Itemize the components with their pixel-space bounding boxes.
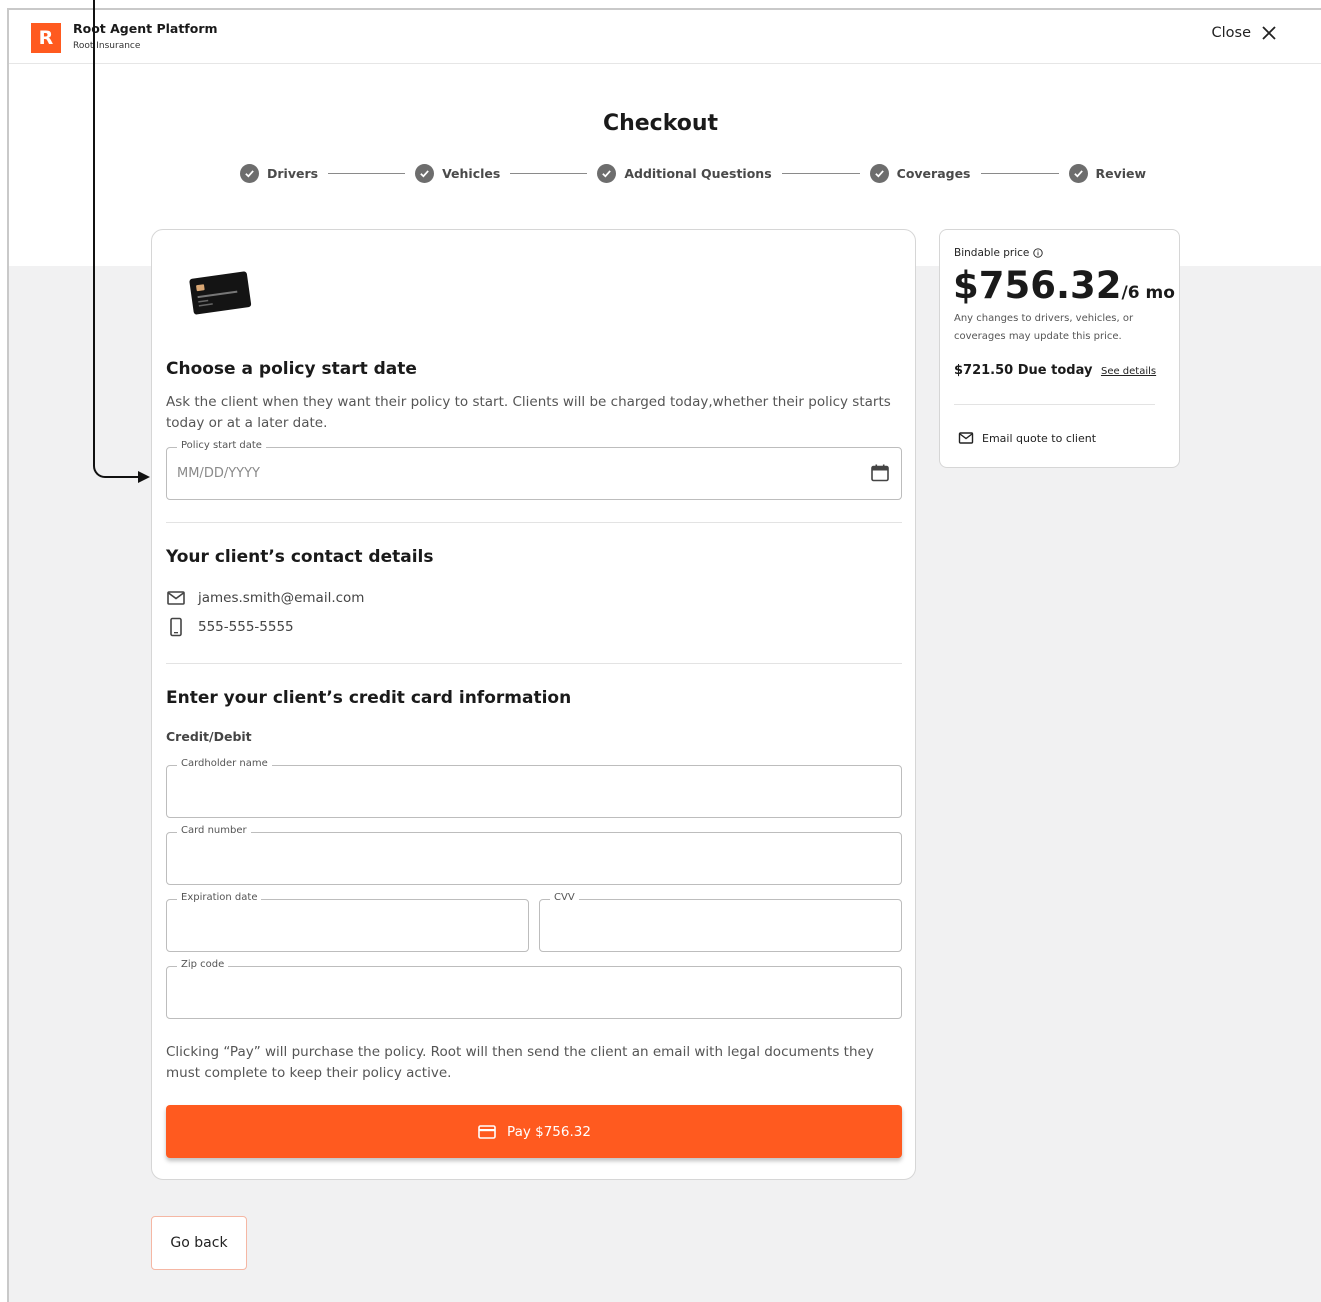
step-drivers[interactable]: Drivers — [240, 163, 319, 183]
step-connector — [328, 172, 406, 174]
contact-email-row: james.smith@email.com — [166, 588, 364, 608]
email-quote-button[interactable]: Email quote to client — [958, 430, 1096, 446]
bindable-price: $756.32/6 mo — [953, 264, 1175, 307]
policy-start-date-field[interactable]: Policy start date — [166, 440, 902, 500]
pay-button[interactable]: Pay $756.32 — [166, 1105, 902, 1158]
step-coverages[interactable]: Coverages — [869, 163, 971, 183]
step-label: Review — [1095, 165, 1147, 181]
pay-button-label: Pay $756.32 — [507, 1123, 591, 1140]
card-number-input[interactable] — [177, 833, 857, 884]
price-note: Any changes to drivers, vehicles, or cov… — [954, 313, 1134, 342]
step-label: Additional Questions — [624, 165, 772, 181]
due-today-row: $721.50 Due today See details — [954, 363, 1156, 378]
step-label: Vehicles — [442, 165, 501, 181]
price-period: /6 mo — [1121, 283, 1175, 303]
contact-phone-row: 555-555-5555 — [166, 617, 294, 637]
phone-icon — [170, 617, 182, 637]
annotation-arrow-line — [93, 0, 95, 466]
top-bar: R Root Agent Platform Root Insurance Clo… — [9, 10, 1321, 64]
expiration-date-input[interactable] — [177, 900, 507, 951]
bindable-price-text: Bindable price — [954, 247, 1030, 259]
section-divider — [166, 522, 902, 523]
step-label: Coverages — [896, 165, 971, 181]
cardholder-name-input[interactable] — [177, 766, 857, 817]
due-today: $721.50 Due today — [954, 363, 1093, 378]
policy-start-title: Choose a policy start date — [166, 359, 417, 379]
page-title: Checkout — [602, 111, 719, 136]
policy-start-date-input[interactable] — [177, 448, 857, 499]
annotation-arrow-corner — [93, 456, 117, 478]
cvv-field[interactable]: CVV — [539, 892, 902, 952]
checkout-card: Choose a policy start date Ask the clien… — [151, 229, 916, 1180]
check-icon — [415, 163, 435, 183]
contact-phone: 555-555-5555 — [198, 619, 294, 635]
bindable-price-label: Bindable price — [954, 247, 1044, 259]
go-back-button[interactable]: Go back — [151, 1216, 247, 1270]
card-info-title: Enter your client’s credit card informat… — [166, 688, 572, 708]
card-number-field[interactable]: Card number — [166, 825, 902, 885]
app-subtitle: Root Insurance — [73, 41, 141, 51]
zip-code-input[interactable] — [177, 967, 857, 1018]
step-connector — [510, 172, 588, 174]
step-connector — [980, 172, 1059, 174]
card-icon — [478, 1124, 496, 1139]
root-logo: R — [31, 23, 61, 53]
annotation-arrow-head — [138, 471, 150, 483]
calendar-icon[interactable] — [870, 463, 890, 483]
check-icon — [869, 163, 889, 183]
cvv-input[interactable] — [550, 900, 880, 951]
zip-code-field[interactable]: Zip code — [166, 959, 902, 1019]
check-icon — [1068, 163, 1088, 183]
mail-icon — [167, 591, 185, 605]
step-label: Drivers — [267, 165, 319, 181]
payment-type-label: Credit/Debit — [166, 729, 252, 744]
price-divider — [954, 404, 1155, 405]
cardholder-name-field[interactable]: Cardholder name — [166, 758, 902, 818]
check-icon — [597, 163, 617, 183]
email-quote-label: Email quote to client — [982, 431, 1097, 445]
step-review[interactable]: Review — [1068, 163, 1147, 183]
pay-disclaimer: Clicking “Pay” will purchase the policy.… — [166, 1044, 874, 1081]
price-amount: $756.32 — [953, 264, 1122, 307]
close-button[interactable]: Close — [1212, 25, 1278, 41]
annotation-arrow-shaft — [115, 476, 140, 478]
price-summary-card: Bindable price $756.32/6 mo Any changes … — [939, 229, 1180, 468]
section-divider — [166, 663, 902, 664]
info-icon[interactable] — [1033, 248, 1044, 258]
contact-email: james.smith@email.com — [198, 590, 365, 606]
close-label: Close — [1211, 25, 1252, 41]
contact-title: Your client’s contact details — [166, 547, 434, 567]
step-additional-questions[interactable]: Additional Questions — [597, 163, 772, 183]
policy-start-description: Ask the client when they want their poli… — [166, 394, 891, 431]
credit-card-image — [189, 271, 252, 315]
checkout-stepper: Drivers Vehicles Additional Questions Co… — [240, 163, 1146, 183]
step-vehicles[interactable]: Vehicles — [415, 163, 501, 183]
step-connector — [781, 172, 860, 174]
check-icon — [240, 163, 259, 183]
expiration-date-field[interactable]: Expiration date — [166, 892, 529, 952]
close-icon — [1262, 26, 1276, 40]
mail-icon — [958, 432, 974, 444]
see-details-link[interactable]: See details — [1101, 366, 1156, 377]
